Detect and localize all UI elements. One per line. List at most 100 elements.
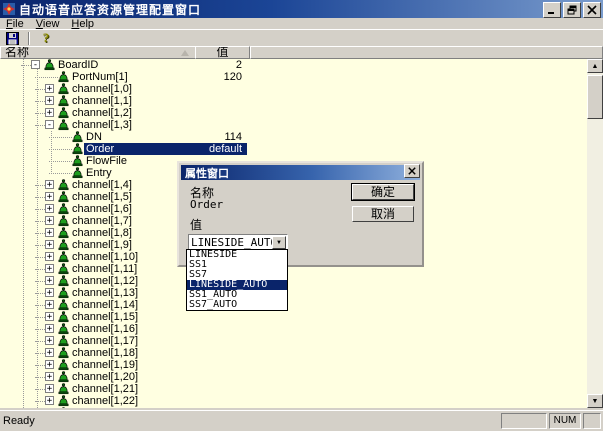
- expand-toggle[interactable]: +: [45, 84, 54, 93]
- tree-row[interactable]: + channel[1,14]: [0, 299, 587, 311]
- tree-row[interactable]: -BoardID2: [0, 59, 587, 71]
- tree-row-label: BoardID: [58, 59, 98, 71]
- tree-row-label: channel[1,15]: [72, 311, 138, 323]
- tree-row-label: Order: [86, 143, 114, 155]
- arrow-down-icon: ▼: [592, 398, 599, 405]
- tree-connector-line: [35, 281, 45, 282]
- tree-row[interactable]: +channel[1,21]: [0, 383, 587, 395]
- tree-row[interactable]: -channel[1,3]: [0, 119, 587, 131]
- expand-toggle[interactable]: +: [45, 108, 54, 117]
- tree-row[interactable]: +channel[1,17]: [0, 335, 587, 347]
- droplist-option[interactable]: SS7_AUTO: [187, 300, 287, 310]
- tree-row[interactable]: +channel[1,19]: [0, 359, 587, 371]
- bell-icon: [58, 215, 70, 227]
- expand-toggle[interactable]: +: [45, 228, 54, 237]
- tree-row[interactable]: +channel[1,1]: [0, 95, 587, 107]
- scrollbar-thumb[interactable]: [587, 75, 603, 119]
- tree-row[interactable]: +channel[1,16]: [0, 323, 587, 335]
- expand-toggle[interactable]: +: [45, 180, 54, 189]
- tree-row[interactable]: +channel[1,20]: [0, 371, 587, 383]
- bell-icon: [58, 227, 70, 239]
- ok-button[interactable]: 确定: [352, 184, 414, 200]
- value-field-label: 值: [190, 216, 202, 233]
- scroll-down-button[interactable]: ▼: [587, 394, 603, 408]
- expand-toggle[interactable]: +: [45, 252, 54, 261]
- expand-toggle[interactable]: +: [45, 192, 54, 201]
- expand-toggle[interactable]: +: [45, 96, 54, 105]
- toolbar: ?: [0, 29, 603, 47]
- combobox-dropdown-button[interactable]: ▼: [272, 236, 286, 249]
- bell-icon: [58, 251, 70, 263]
- bell-icon: [58, 239, 70, 251]
- tree-row-label: channel[1,12]: [72, 275, 138, 287]
- tree-row-label: channel[1,8]: [72, 227, 132, 239]
- tree-row[interactable]: +channel[1,22]: [0, 395, 587, 407]
- dialog-close-button[interactable]: [404, 164, 420, 178]
- tree-row[interactable]: + channel[1,12]: [0, 275, 587, 287]
- save-icon: [6, 32, 19, 45]
- menu-item-view[interactable]: View: [30, 18, 66, 30]
- bell-icon: [58, 203, 70, 215]
- expand-toggle[interactable]: +: [45, 336, 54, 345]
- collapse-toggle[interactable]: -: [45, 120, 54, 129]
- tree-row[interactable]: Order default: [0, 143, 587, 155]
- tree-connector-line: [49, 173, 72, 174]
- combobox-droplist: LINESIDESS1SS7LINESIDE_AUTOSS1_AUTOSS7_A…: [186, 249, 288, 311]
- name-field-value: Order: [190, 198, 223, 211]
- restore-button[interactable]: [563, 2, 581, 18]
- expand-toggle[interactable]: +: [45, 348, 54, 357]
- expand-toggle[interactable]: +: [45, 288, 54, 297]
- bell-icon: [72, 167, 84, 179]
- expand-toggle[interactable]: +: [45, 384, 54, 393]
- bell-icon: [58, 323, 70, 335]
- tree-row[interactable]: PortNum[1]120: [0, 71, 587, 83]
- expand-toggle[interactable]: +: [45, 312, 54, 321]
- bell-icon: [58, 347, 70, 359]
- tree-row-label: channel[1,18]: [72, 347, 138, 359]
- tree-row[interactable]: + channel[1,15]: [0, 311, 587, 323]
- expand-toggle[interactable]: +: [45, 264, 54, 273]
- help-icon: ?: [43, 32, 50, 44]
- tree-row[interactable]: +channel[1,2]: [0, 107, 587, 119]
- bell-icon: [58, 287, 70, 299]
- column-header-value[interactable]: 值: [195, 46, 250, 59]
- tree-row[interactable]: + channel[1,18]: [0, 347, 587, 359]
- close-button[interactable]: [583, 2, 601, 18]
- tree-row-label: Entry: [86, 167, 112, 179]
- expand-toggle[interactable]: +: [45, 372, 54, 381]
- bell-icon: [58, 335, 70, 347]
- tree-row[interactable]: +channel[1,13]: [0, 287, 587, 299]
- tree-row[interactable]: +channel[1,0]: [0, 83, 587, 95]
- expand-toggle[interactable]: +: [45, 300, 54, 309]
- close-icon: [408, 167, 416, 175]
- tree-connector-line: [49, 161, 72, 162]
- bell-icon: [72, 143, 84, 155]
- tree-connector-line: [21, 65, 31, 66]
- bell-icon: [58, 107, 70, 119]
- tree-row[interactable]: DN114: [0, 131, 587, 143]
- vertical-scrollbar[interactable]: ▲ ▼: [587, 59, 603, 408]
- cancel-button[interactable]: 取消: [352, 206, 414, 222]
- menu-item-help[interactable]: Help: [65, 18, 100, 30]
- tree-row-label: channel[1,14]: [72, 299, 138, 311]
- expand-toggle[interactable]: +: [45, 396, 54, 405]
- expand-toggle[interactable]: +: [45, 216, 54, 225]
- menu-item-file[interactable]: File: [0, 18, 30, 30]
- expand-toggle[interactable]: +: [45, 276, 54, 285]
- expand-toggle[interactable]: +: [45, 360, 54, 369]
- bell-icon: [58, 407, 70, 408]
- expand-toggle[interactable]: +: [45, 240, 54, 249]
- tree-row[interactable]: +channel[1,23]: [0, 407, 587, 408]
- column-header-name[interactable]: 名称: [0, 46, 199, 59]
- column-name-label: 名称: [5, 46, 29, 59]
- help-button[interactable]: ?: [34, 31, 58, 46]
- collapse-toggle[interactable]: -: [31, 60, 40, 69]
- expand-toggle[interactable]: +: [45, 324, 54, 333]
- save-button[interactable]: [0, 31, 24, 46]
- expand-toggle[interactable]: +: [45, 204, 54, 213]
- tree-row-value: default: [178, 143, 242, 155]
- tree-row-value: 120: [178, 71, 242, 83]
- scroll-up-button[interactable]: ▲: [587, 59, 603, 73]
- bell-icon: [58, 263, 70, 275]
- minimize-button[interactable]: [543, 2, 561, 18]
